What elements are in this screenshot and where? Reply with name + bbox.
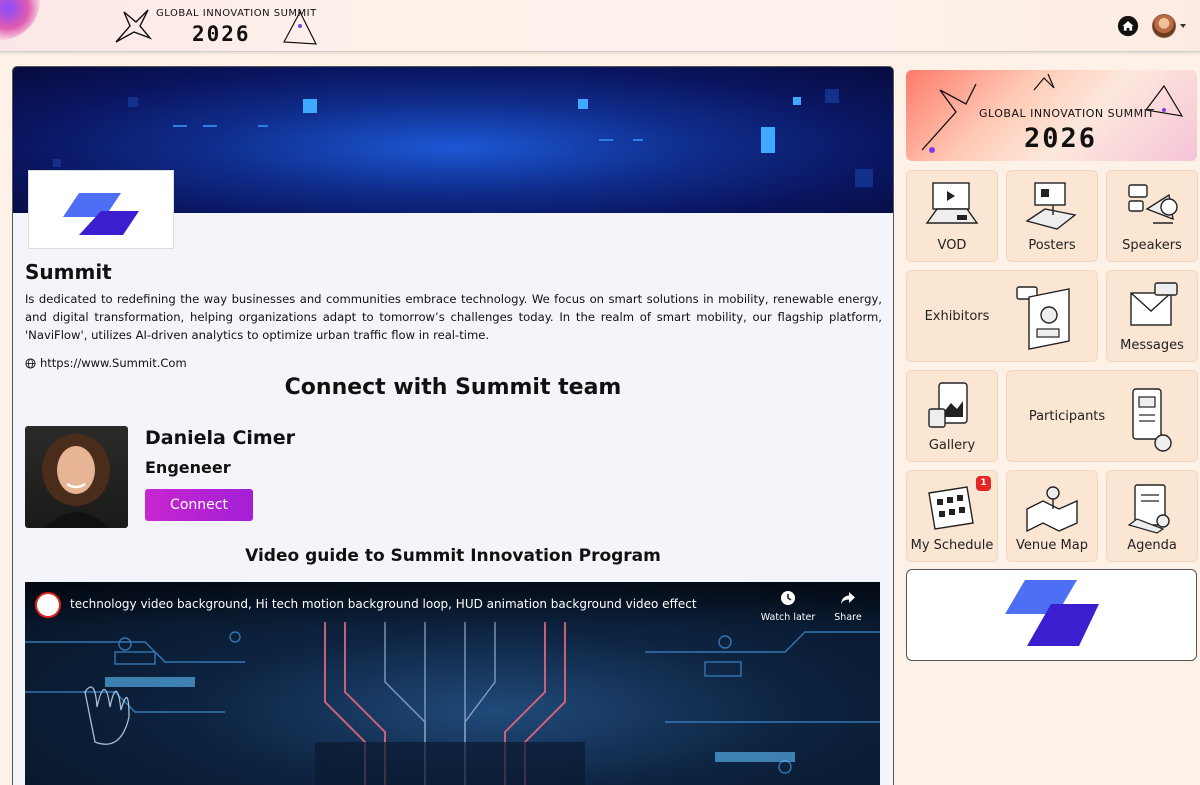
tile-speakers[interactable]: Speakers — [1106, 170, 1198, 262]
photo-frame-icon — [928, 382, 968, 428]
sidebar-company-logo[interactable] — [906, 569, 1197, 661]
clock-icon — [781, 591, 795, 605]
person-avatar-icon — [42, 434, 110, 528]
sidebar-event-banner[interactable]: GLOBAL INNOVATION SUMMIT 2026 — [906, 70, 1197, 161]
megaphone-icon — [1128, 184, 1178, 224]
globe-icon — [25, 357, 36, 369]
agenda-book-icon — [1127, 484, 1170, 534]
event-logo[interactable]: GLOBAL INNOVATION SUMMIT 2026 — [110, 4, 330, 48]
tile-label: Messages — [1120, 338, 1184, 353]
share-button[interactable]: Share — [828, 590, 868, 623]
event-logo-year: 2026 — [192, 22, 251, 46]
tile-label: Posters — [1028, 238, 1076, 253]
top-header: GLOBAL INNOVATION SUMMIT 2026 — [0, 0, 1200, 52]
share-label: Share — [834, 612, 862, 623]
tile-label: Participants — [1028, 409, 1106, 424]
header-decoration — [0, 0, 40, 40]
sidebar-banner-year: 2026 — [1024, 123, 1098, 154]
tile-label: Exhibitors — [924, 309, 990, 324]
star-logo-icon — [115, 9, 153, 43]
brand-logo-icon — [1005, 580, 1099, 646]
calendar-icon — [928, 486, 974, 530]
tile-label: VOD — [937, 238, 967, 253]
company-description: Is dedicated to redefining the way busin… — [25, 292, 882, 342]
tile-posters[interactable]: Posters — [1006, 170, 1098, 262]
person-role: Engeneer — [145, 458, 231, 477]
tile-exhibitors[interactable]: Exhibitors — [906, 270, 1098, 362]
tile-label: Agenda — [1127, 538, 1177, 553]
tile-gallery[interactable]: Gallery — [906, 370, 998, 462]
schedule-badge: 1 — [976, 476, 991, 491]
envelope-icon — [1130, 282, 1178, 326]
brand-logo-icon — [63, 193, 139, 235]
person-photo — [25, 426, 128, 528]
tile-label: Venue Map — [1016, 538, 1088, 553]
connect-title: Connect with Summit team — [284, 375, 622, 400]
connect-button[interactable]: Connect — [145, 489, 253, 521]
person-name: Daniela Cimer — [145, 427, 295, 449]
watch-later-button[interactable]: Watch later — [760, 590, 816, 623]
exhibit-booth-icon — [1016, 286, 1070, 350]
company-name: Summit — [25, 260, 112, 284]
tile-venue-map[interactable]: Venue Map — [1006, 470, 1098, 562]
website-link[interactable]: https://www.Summit.Com — [40, 356, 187, 370]
map-icon — [1026, 486, 1078, 533]
video-player[interactable]: technology video background, Hi tech mot… — [25, 582, 880, 785]
tile-vod[interactable]: VOD — [906, 170, 998, 262]
share-icon — [841, 592, 855, 604]
video-section-title: Video guide to Summit Innovation Program — [245, 546, 661, 566]
watch-later-label: Watch later — [760, 612, 816, 623]
tile-label: My Schedule — [910, 538, 994, 553]
triangle-logo-icon — [283, 10, 318, 45]
home-icon[interactable] — [1117, 15, 1139, 37]
poster-board-icon — [1025, 182, 1077, 230]
tile-label: Gallery — [928, 438, 976, 453]
tile-messages[interactable]: Messages — [1106, 270, 1198, 362]
channel-icon[interactable] — [35, 592, 61, 618]
id-card-icon — [1132, 388, 1172, 452]
tile-label: Speakers — [1122, 238, 1182, 253]
video-title[interactable]: technology video background, Hi tech mot… — [70, 597, 697, 611]
user-avatar[interactable] — [1152, 14, 1176, 38]
company-logo — [28, 170, 174, 249]
chevron-down-icon[interactable] — [1180, 24, 1186, 28]
tile-agenda[interactable]: Agenda — [1106, 470, 1198, 562]
sidebar-banner-title: GLOBAL INNOVATION SUMMIT — [979, 107, 1155, 120]
company-website[interactable]: https://www.Summit.Com — [25, 356, 187, 370]
company-profile-card: Summit Is dedicated to redefining the wa… — [12, 66, 894, 785]
tile-participants[interactable]: Participants — [1006, 370, 1198, 462]
laptop-video-icon — [925, 182, 979, 224]
